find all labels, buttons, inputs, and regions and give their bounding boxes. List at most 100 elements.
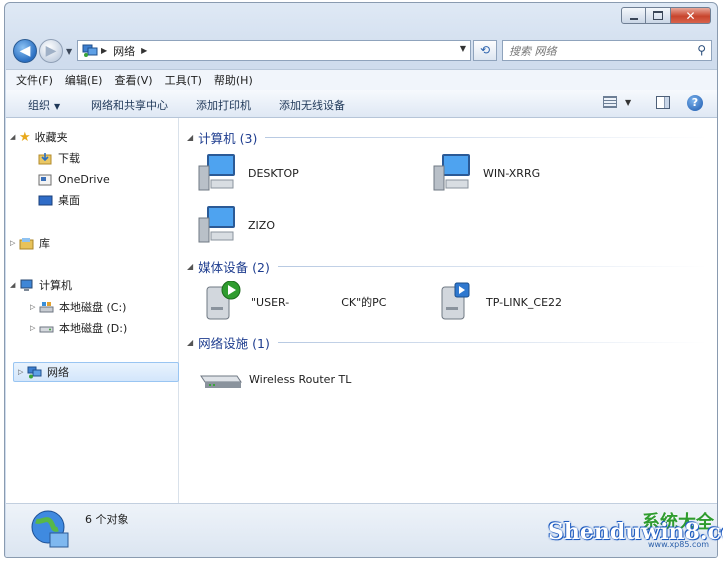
address-row: ◀ ▶ ▼ ▶ 网络 ▶ ▼ ⟲ ⚲ <box>13 39 713 63</box>
device-computer-zizo[interactable]: ZIZO <box>197 204 275 246</box>
caption-buttons: ✕ <box>621 7 711 24</box>
system-drive-icon <box>39 301 54 312</box>
group-title: 计算机 (3) <box>198 131 258 146</box>
maximize-button[interactable] <box>646 7 671 24</box>
navigation-pane: ◢ ★ 收藏夹 下载 OneDrive 桌面 ▷ 库 ◢ 计算机 ▷ 本地磁盘 … <box>6 118 179 503</box>
collapse-group-icon[interactable]: ◢ <box>187 133 193 142</box>
back-button[interactable]: ◀ <box>13 39 37 63</box>
group-divider <box>265 137 707 138</box>
device-label: WIN-XRRG <box>483 166 541 180</box>
media-server-icon <box>441 282 470 320</box>
search-input[interactable] <box>507 41 691 61</box>
tree-libraries[interactable]: ▷ 库 <box>10 234 50 252</box>
group-title: 网络设施 (1) <box>198 336 270 351</box>
chevron-down-icon: ▼ <box>54 102 61 111</box>
item-count: 6 个对象 <box>85 513 129 526</box>
breadcrumb-network[interactable]: 网络 <box>113 43 135 59</box>
device-label-part1: "USER- <box>251 295 290 309</box>
downloads-folder-icon <box>38 152 52 164</box>
content-pane: ◢ 计算机 (3) DESKTOP WIN-XRRG ZIZO ◢ 媒体设备 (… <box>179 118 717 503</box>
group-infra-header[interactable]: ◢ 网络设施 (1) <box>187 333 707 352</box>
drive-icon <box>39 326 54 332</box>
minimize-button[interactable] <box>621 7 646 24</box>
preview-pane-button[interactable] <box>656 96 670 109</box>
arrow-left-icon: ◀ <box>19 43 31 59</box>
router-icon <box>200 375 242 388</box>
network-icon <box>27 366 42 378</box>
breadcrumb-separator[interactable]: ▶ <box>141 46 147 55</box>
tree-label: 本地磁盘 (C:) <box>59 301 127 314</box>
device-computer-win[interactable]: WIN-XRRG <box>432 152 540 194</box>
tree-label: 收藏夹 <box>34 131 68 144</box>
group-divider <box>277 266 707 267</box>
expanded-icon[interactable]: ◢ <box>10 133 19 141</box>
menu-file[interactable]: 文件(F) <box>16 72 53 88</box>
device-media-user-pc[interactable]: "USER- CK"的PC <box>203 281 387 323</box>
address-dropdown[interactable]: ▼ <box>460 44 466 53</box>
tree-network[interactable]: ▷ 网络 <box>13 362 179 382</box>
change-view-button[interactable]: ▼ <box>603 96 631 108</box>
device-label: TP-LINK_CE22 <box>486 295 563 309</box>
device-label: DESKTOP <box>248 166 299 180</box>
computer-icon <box>20 279 33 291</box>
refresh-button[interactable]: ⟲ <box>473 40 497 61</box>
breadcrumb-separator[interactable]: ▶ <box>101 46 107 55</box>
command-bar: 组织 ▼ 网络和共享中心 添加打印机 添加无线设备 ▼ ? <box>6 90 717 118</box>
device-label: Wireless Router TL <box>249 372 352 386</box>
group-title: 媒体设备 (2) <box>198 260 270 275</box>
organize-button[interactable]: 组织 ▼ <box>28 97 60 113</box>
arrow-right-icon: ▶ <box>45 43 57 59</box>
maximize-icon <box>653 11 663 20</box>
device-label: ZIZO <box>248 218 275 232</box>
device-router[interactable]: Wireless Router TL <box>197 366 351 392</box>
menu-bar: 文件(F) 编辑(E) 查看(V) 工具(T) 帮助(H) <box>6 69 717 91</box>
tree-label: 计算机 <box>39 279 72 292</box>
watermark-url: www.xp85.com <box>648 540 710 549</box>
menu-help[interactable]: 帮助(H) <box>214 72 253 88</box>
menu-tools[interactable]: 工具(T) <box>165 72 202 88</box>
help-button[interactable]: ? <box>687 95 703 111</box>
tree-desktop[interactable]: 桌面 <box>38 191 80 209</box>
tree-downloads[interactable]: 下载 <box>38 149 80 167</box>
close-icon: ✕ <box>685 8 696 23</box>
tree-disk-c[interactable]: ▷ 本地磁盘 (C:) <box>30 298 126 316</box>
tree-disk-d[interactable]: ▷ 本地磁盘 (D:) <box>30 319 127 337</box>
tree-computer[interactable]: ◢ 计算机 <box>10 276 72 294</box>
expanded-icon[interactable]: ◢ <box>10 281 19 289</box>
close-button[interactable]: ✕ <box>671 7 711 24</box>
device-media-tplink[interactable]: TP-LINK_CE22 <box>438 281 562 323</box>
device-label-part2: CK"的PC <box>341 296 387 309</box>
collapsed-icon[interactable]: ▷ <box>18 368 27 376</box>
chevron-down-icon: ▼ <box>625 97 632 107</box>
forward-button[interactable]: ▶ <box>39 39 63 63</box>
search-icon[interactable]: ⚲ <box>697 43 706 57</box>
organize-label: 组织 <box>28 99 50 112</box>
group-computers-header[interactable]: ◢ 计算机 (3) <box>187 128 707 147</box>
collapse-group-icon[interactable]: ◢ <box>187 338 193 347</box>
collapse-group-icon[interactable]: ◢ <box>187 262 193 271</box>
add-wireless-label: 添加无线设备 <box>279 99 345 112</box>
collapsed-icon[interactable]: ▷ <box>30 303 39 311</box>
add-wireless-button[interactable]: 添加无线设备 <box>279 97 345 113</box>
device-computer-desktop[interactable]: DESKTOP <box>197 152 299 194</box>
add-printer-button[interactable]: 添加打印机 <box>196 97 251 113</box>
media-player-icon <box>206 281 241 320</box>
tree-label: 下载 <box>58 152 80 165</box>
library-icon <box>19 237 34 249</box>
minimize-icon <box>629 17 638 20</box>
recent-pages-dropdown[interactable]: ▼ <box>66 47 72 56</box>
menu-edit[interactable]: 编辑(E) <box>65 72 103 88</box>
network-globe-icon <box>31 510 69 548</box>
menu-view[interactable]: 查看(V) <box>114 72 152 88</box>
tree-onedrive[interactable]: OneDrive <box>38 170 110 188</box>
network-center-button[interactable]: 网络和共享中心 <box>91 97 168 113</box>
refresh-icon: ⟲ <box>479 43 491 57</box>
address-bar[interactable]: ▶ 网络 ▶ ▼ <box>77 40 471 61</box>
collapsed-icon[interactable]: ▷ <box>10 239 19 247</box>
collapsed-icon[interactable]: ▷ <box>30 324 39 332</box>
tree-favorites[interactable]: ◢ ★ 收藏夹 <box>10 128 68 146</box>
search-box[interactable]: ⚲ <box>502 40 712 61</box>
group-media-header[interactable]: ◢ 媒体设备 (2) <box>187 257 707 276</box>
computer-icon <box>433 154 470 191</box>
network-center-label: 网络和共享中心 <box>91 99 168 112</box>
